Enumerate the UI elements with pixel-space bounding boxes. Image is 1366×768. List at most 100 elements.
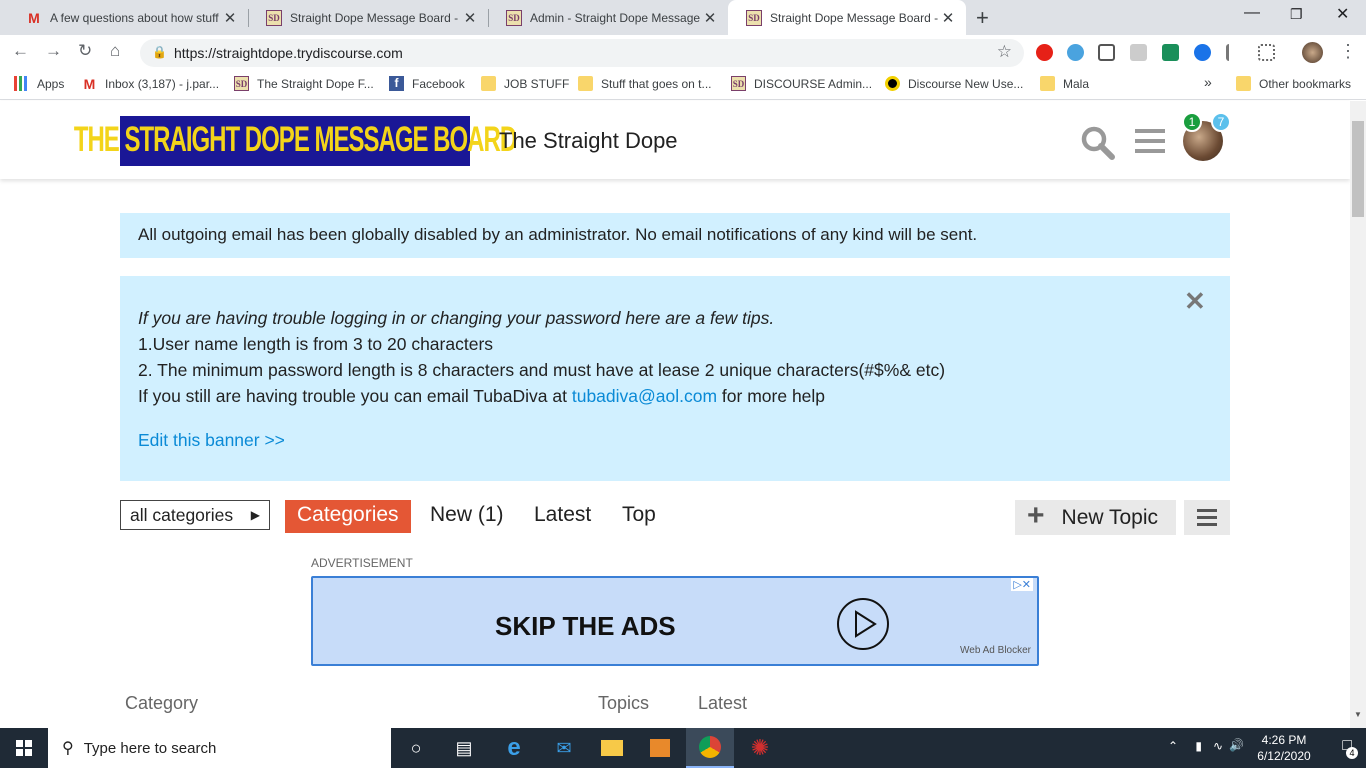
back-icon[interactable]: ← — [12, 41, 29, 61]
media-player-icon[interactable] — [636, 728, 684, 768]
browser-tab[interactable]: M A few questions about how stuff ✕ — [8, 0, 248, 35]
bookmark-item[interactable]: JOB STUFF — [481, 76, 569, 91]
wifi-icon[interactable]: ∿ — [1213, 739, 1223, 753]
tab-categories[interactable]: Categories — [285, 500, 411, 533]
close-icon[interactable]: ✕ — [700, 9, 720, 27]
restore-icon[interactable]: ❐ — [1290, 6, 1303, 23]
notification-count: 4 — [1346, 747, 1358, 759]
discourse-icon — [885, 76, 900, 91]
folder-icon — [1236, 76, 1251, 91]
tip-line-3-text: If you still are having trouble you can … — [138, 386, 572, 406]
email-link[interactable]: tubadiva@aol.com — [572, 386, 717, 406]
search-icon[interactable] — [1080, 125, 1116, 161]
cortana-icon[interactable]: ○ — [392, 728, 440, 768]
bookmark-item[interactable]: f Facebook — [389, 76, 465, 91]
menu-kebab-icon[interactable]: ⋮ — [1339, 41, 1357, 62]
bookmark-item[interactable]: Discourse New Use... — [885, 76, 1023, 91]
hamburger-menu-icon[interactable] — [1135, 128, 1165, 154]
bookmark-item[interactable]: M Inbox (3,187) - j.par... — [82, 76, 219, 92]
advertisement-label: ADVERTISEMENT — [311, 556, 413, 570]
browser-tab[interactable]: SD Admin - Straight Dope Message B ✕ — [488, 0, 728, 35]
notification-badge-green[interactable]: 1 — [1182, 112, 1202, 132]
play-icon — [837, 598, 889, 650]
address-bar[interactable]: 🔒 https://straightdope.trydiscourse.com … — [140, 39, 1024, 67]
page-scrollbar[interactable]: ▼ — [1350, 101, 1366, 728]
ad-choices-icon[interactable]: ▷✕ — [1011, 578, 1033, 591]
new-tab-button[interactable]: + — [976, 5, 989, 31]
tab-new[interactable]: New (1) — [418, 500, 516, 533]
window-close-icon[interactable]: ✕ — [1336, 4, 1349, 24]
browser-tab-active[interactable]: SD Straight Dope Message Board - Y ✕ — [728, 0, 966, 35]
url-text[interactable]: https://straightdope.trydiscourse.com — [174, 45, 403, 61]
mail-icon[interactable]: ✉ — [540, 728, 588, 768]
bookmark-label: JOB STUFF — [504, 76, 570, 91]
edit-banner-link[interactable]: Edit this banner >> — [138, 430, 285, 451]
other-bookmarks[interactable]: Other bookmarks — [1236, 76, 1351, 91]
clock-date[interactable]: 6/12/2020 — [1254, 749, 1314, 763]
extension-blue-icon[interactable] — [1194, 44, 1211, 61]
bookmark-item[interactable]: Mala — [1040, 76, 1089, 91]
forward-icon[interactable]: → — [45, 41, 62, 61]
bookmark-star-icon[interactable]: ☆ — [997, 42, 1012, 62]
extension-box-icon[interactable] — [1098, 44, 1115, 61]
site-logo[interactable]: THE STRAIGHT DOPE MESSAGE BOARD — [74, 116, 517, 166]
close-icon[interactable]: ✕ — [460, 9, 480, 27]
scroll-down-icon[interactable]: ▼ — [1354, 710, 1362, 719]
task-view-icon[interactable]: ▤ — [440, 728, 488, 768]
volume-icon[interactable]: 🔊 — [1229, 738, 1244, 752]
file-explorer-icon[interactable] — [588, 728, 636, 768]
app-red-icon[interactable]: ✺ — [736, 728, 784, 768]
scrollbar-thumb[interactable] — [1352, 121, 1364, 217]
advertisement-banner[interactable]: SKIP THE ADS ▷✕ Web Ad Blocker — [311, 576, 1039, 666]
extension-grid-icon[interactable] — [1258, 44, 1275, 61]
search-icon: ⚲ — [62, 740, 74, 757]
bookmark-item[interactable]: SD The Straight Dope F... — [234, 76, 374, 91]
site-title[interactable]: The Straight Dope — [499, 128, 678, 154]
notification-badge-blue[interactable]: 7 — [1211, 112, 1231, 132]
browser-tab[interactable]: SD Straight Dope Message Board - In ✕ — [248, 0, 488, 35]
bookmark-item[interactable]: SD DISCOURSE Admin... — [731, 76, 872, 91]
close-icon[interactable]: ✕ — [938, 9, 958, 27]
bookmark-item[interactable]: Stuff that goes on t... — [578, 76, 712, 91]
reload-icon[interactable]: ↻ — [78, 41, 92, 61]
topic-nav: all categories ▶ Categories New (1) Late… — [120, 499, 1230, 536]
topic-menu-button[interactable] — [1184, 500, 1230, 535]
bookmark-item[interactable]: Apps — [14, 76, 64, 91]
extension-red-icon[interactable] — [1036, 44, 1053, 61]
sd-icon: SD — [234, 76, 249, 91]
battery-icon[interactable]: ▮ — [1195, 739, 1202, 753]
taskbar-search[interactable]: ⚲ Type here to search — [48, 728, 391, 768]
browser-tab-bar: M A few questions about how stuff ✕ SD S… — [0, 0, 1366, 35]
profile-avatar-icon[interactable] — [1302, 42, 1323, 63]
home-icon[interactable]: ⌂ — [110, 41, 120, 61]
edge-icon[interactable]: e — [490, 728, 538, 768]
close-icon[interactable]: ✕ — [220, 9, 240, 27]
extension-cloud-icon[interactable] — [1067, 44, 1084, 61]
tab-top[interactable]: Top — [610, 500, 668, 533]
extension-gray-icon[interactable] — [1130, 44, 1147, 61]
category-dropdown[interactable]: all categories ▶ — [120, 500, 270, 530]
column-header-latest: Latest — [698, 693, 748, 713]
bookmark-label: Apps — [37, 76, 65, 91]
minimize-icon[interactable]: — — [1244, 4, 1260, 22]
tip-line-3-suffix: for more help — [717, 386, 826, 406]
close-icon[interactable]: ✕ — [1184, 286, 1206, 317]
new-topic-button[interactable]: + New Topic — [1015, 499, 1176, 535]
sd-icon: SD — [746, 9, 762, 26]
tab-title: A few questions about how stuff — [50, 10, 219, 25]
extension-green-icon[interactable] — [1162, 44, 1179, 61]
tip-intro: If you are having trouble logging in or … — [138, 308, 775, 328]
logo-text: THE STRAIGHT DOPE MESSAGE BOARD — [73, 120, 517, 160]
tab-title: Straight Dope Message Board - Y — [770, 10, 938, 25]
tray-expand-icon[interactable]: ⌃ — [1168, 739, 1178, 753]
bookmarks-overflow-button[interactable]: » — [1204, 74, 1212, 90]
extension-flag-icon[interactable] — [1226, 44, 1243, 61]
chrome-taskbar-icon[interactable] — [686, 728, 734, 768]
clock-time[interactable]: 4:26 PM — [1254, 733, 1314, 747]
bookmark-label: Discourse New Use... — [908, 76, 1024, 91]
ad-brand: Web Ad Blocker — [960, 645, 1031, 656]
windows-start-icon[interactable] — [0, 728, 48, 768]
tab-latest[interactable]: Latest — [522, 500, 603, 533]
gmail-icon: M — [28, 9, 40, 26]
browser-toolbar: ← → ↻ ⌂ 🔒 https://straightdope.trydiscou… — [0, 35, 1366, 69]
